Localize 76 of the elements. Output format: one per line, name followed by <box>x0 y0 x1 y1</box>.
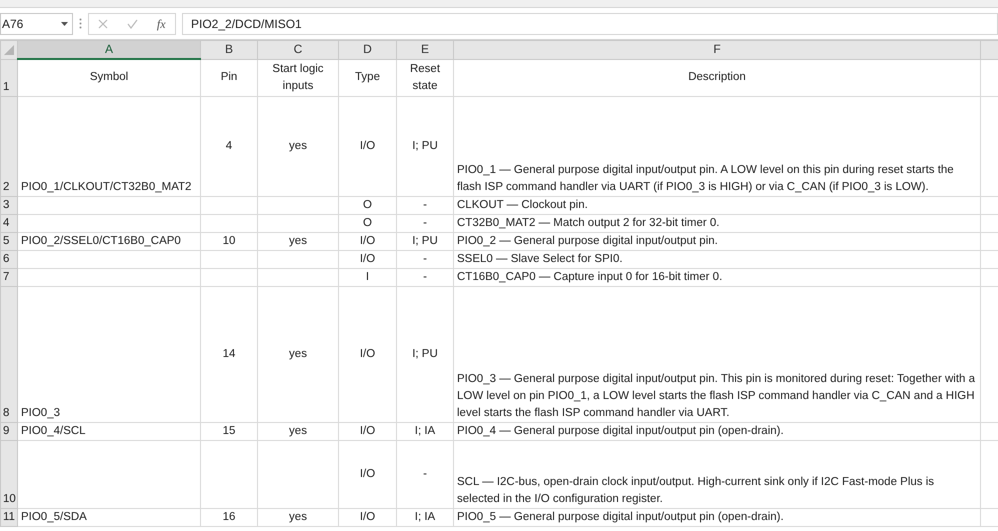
column-title: Start logic inputs <box>272 62 324 92</box>
row-number[interactable]: 10 <box>0 440 18 508</box>
description-cell: CLKOUT — Clockout pin. <box>457 198 588 210</box>
symbol-cell: PIO0_4/SCL <box>21 424 86 436</box>
type-cell: I/O <box>360 140 376 152</box>
select-all-icon[interactable] <box>4 44 14 55</box>
column-header[interactable]: E <box>396 40 454 59</box>
start-logic-cell: yes <box>289 510 307 522</box>
check-icon[interactable] <box>127 18 138 28</box>
row-number[interactable]: 4 <box>0 214 18 232</box>
description-cell: PIO0_5 — General purpose digital input/output pin (open-drain). <box>457 510 784 522</box>
symbol-cell: PIO0_1/CLKOUT/CT32B0_MAT2 <box>21 180 192 192</box>
reset-state-cell: - <box>423 216 427 228</box>
column-title: Type <box>355 71 380 83</box>
name-box[interactable]: A76 <box>0 12 73 34</box>
row-number[interactable]: 6 <box>0 250 18 268</box>
pin-cell: 15 <box>222 424 236 436</box>
start-logic-cell: yes <box>289 424 307 436</box>
column-header[interactable]: B <box>200 40 258 59</box>
insert-function-button[interactable]: fx <box>156 14 166 32</box>
reset-state-cell: I; PU <box>412 348 438 360</box>
dropdown-caret-icon[interactable] <box>61 22 68 26</box>
reset-state-cell: I; PU <box>412 140 438 152</box>
type-cell: I/O <box>360 348 376 360</box>
pin-cell: 16 <box>222 510 236 522</box>
reset-state-cell: I; IA <box>414 424 436 436</box>
description-cell: PIO0_2 — General purpose digital input/output pin. <box>457 234 718 246</box>
row-number[interactable]: 2 <box>0 96 18 196</box>
column-header[interactable]: D <box>338 40 396 59</box>
start-logic-cell: yes <box>289 234 307 246</box>
grip-dots-icon <box>79 18 82 29</box>
column-title: Reset state <box>410 62 440 92</box>
pin-cell: 10 <box>222 234 236 246</box>
description-cell: PIO0_1 — General purpose digital input/output pin. A LOW level on this pin during reset starts the flash ISP command handler via UART (if PIO0_3 is HIGH) or via C_CAN (if PIO0_3 is LOW). <box>457 164 954 192</box>
column-header[interactable]: A <box>18 40 200 59</box>
type-cell: I <box>366 270 370 282</box>
type-cell: I/O <box>360 468 376 480</box>
type-cell: I/O <box>360 252 376 264</box>
pin-cell: 4 <box>226 140 232 152</box>
reset-state-cell: - <box>423 252 427 264</box>
reset-state-cell: I; PU <box>412 234 438 246</box>
column-header[interactable]: F <box>454 40 980 59</box>
row-number[interactable]: 7 <box>0 268 18 286</box>
column-header[interactable]: C <box>258 40 338 59</box>
row-number[interactable]: 11 <box>0 508 18 526</box>
description-cell: PIO0_3 — General purpose digital input/output pin. This pin is monitored during reset: Together with a LOW level on pin PIO0_1, a LOW level starts the flash ISP command handler via C_CAN and a HIGH level starts the flash ISP command handler via UART. <box>457 372 976 418</box>
cancel-icon[interactable] <box>98 18 108 28</box>
description-cell: PIO0_4 — General purpose digital input/output pin (open-drain). <box>457 424 784 436</box>
start-logic-cell: yes <box>289 348 307 360</box>
start-logic-cell: yes <box>289 140 307 152</box>
description-cell: SSEL0 — Slave Select for SPI0. <box>457 252 623 264</box>
type-cell: I/O <box>360 424 376 436</box>
symbol-cell: PIO0_5/SDA <box>21 510 87 522</box>
type-cell: O <box>363 216 372 228</box>
type-cell: I/O <box>360 510 376 522</box>
symbol-cell: PIO0_2/SSEL0/CT16B0_CAP0 <box>21 234 181 246</box>
symbol-cell: PIO0_3 <box>21 406 60 418</box>
reset-state-cell: - <box>423 198 427 210</box>
row-number[interactable]: 8 <box>0 286 18 422</box>
type-cell: I/O <box>360 234 376 246</box>
row-number[interactable]: 1 <box>0 59 18 96</box>
formula-field[interactable]: PIO2_2/DCD/MISO1 <box>182 12 998 34</box>
row-number[interactable]: 3 <box>0 196 18 214</box>
description-cell: SCL — I2C-bus, open-drain clock input/output. High-current sink only if I2C Fast-mode Plus is selected in the I/O configuration register. <box>457 476 934 504</box>
pin-cell: 14 <box>222 348 236 360</box>
reset-state-cell: I; IA <box>414 510 436 522</box>
reset-state-cell: - <box>423 270 427 282</box>
row-number[interactable]: 5 <box>0 232 18 250</box>
type-cell: O <box>363 198 372 210</box>
row-number[interactable]: 9 <box>0 422 18 440</box>
column-title: Description <box>688 71 746 83</box>
description-cell: CT32B0_MAT2 — Match output 2 for 32-bit timer 0. <box>457 216 720 228</box>
description-cell: CT16B0_CAP0 — Capture input 0 for 16-bit timer 0. <box>457 270 722 282</box>
column-title: Symbol <box>90 71 128 84</box>
column-title: Pin <box>220 71 238 83</box>
reset-state-cell: - <box>423 468 427 480</box>
